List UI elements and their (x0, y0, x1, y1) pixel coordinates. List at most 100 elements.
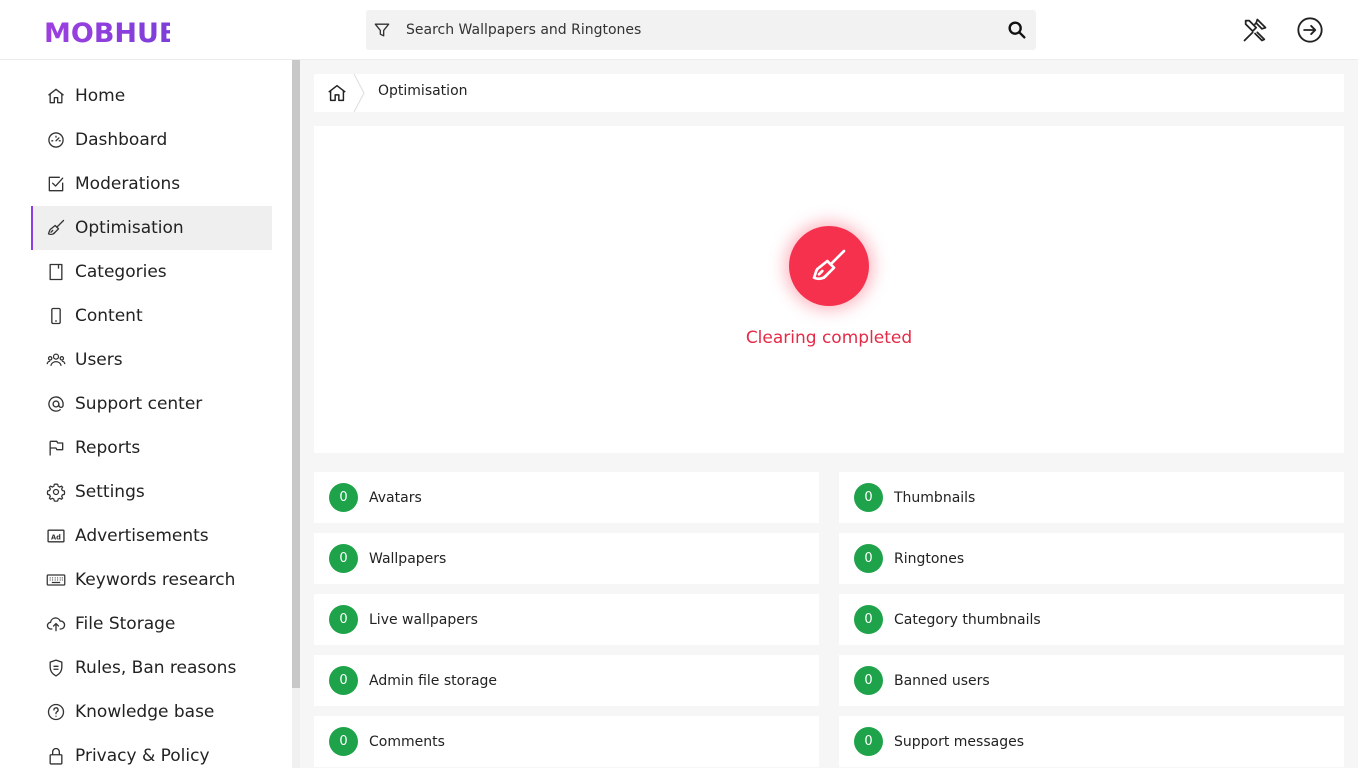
sign-in-icon (1297, 17, 1323, 43)
sidebar-item-label: File Storage (75, 614, 176, 634)
users-icon (46, 350, 66, 370)
sidebar-item-label: Moderations (75, 174, 181, 194)
sidebar-item-support-center[interactable]: Support center (31, 382, 272, 426)
gear-icon (46, 482, 66, 502)
checkbox-icon (46, 174, 66, 194)
status-text: Clearing completed (745, 328, 913, 348)
breadcrumb-current: Optimisation (378, 83, 468, 99)
count-badge: 0 (854, 544, 883, 573)
sidebar-item-label: Users (75, 350, 123, 370)
optimisation-card: Clearing completed (314, 126, 1344, 453)
sidebar-item-label: Advertisements (75, 526, 209, 546)
search-input[interactable] (406, 10, 986, 50)
mobhub-logo[interactable]: MOBHUB (44, 13, 170, 47)
stat-comments: 0 Comments (314, 716, 819, 767)
stat-category-thumbnails: 0 Category thumbnails (839, 594, 1344, 645)
sidebar-item-label: Content (75, 306, 143, 326)
stat-label: Ringtones (894, 550, 965, 567)
count-badge: 0 (854, 666, 883, 695)
book-icon (46, 262, 66, 282)
gauge-icon (46, 130, 66, 150)
stat-ringtones: 0 Ringtones (839, 533, 1344, 584)
sidebar-item-dashboard[interactable]: Dashboard (31, 118, 272, 162)
stat-label: Wallpapers (369, 550, 447, 567)
sidebar-item-label: Home (75, 86, 126, 106)
sidebar: Home Dashboard Moderations Optimisation … (0, 60, 292, 768)
home-icon (46, 86, 66, 106)
count-badge: 0 (329, 544, 358, 573)
stat-label: Admin file storage (369, 672, 498, 689)
svg-text:Ad: Ad (51, 533, 61, 541)
sidebar-item-optimisation[interactable]: Optimisation (31, 206, 272, 250)
sidebar-item-label: Rules, Ban reasons (75, 658, 237, 678)
tools-icon (1243, 18, 1267, 42)
sidebar-item-label: Dashboard (75, 130, 168, 150)
stat-admin-file-storage: 0 Admin file storage (314, 655, 819, 706)
stat-label: Banned users (894, 672, 990, 689)
stat-wallpapers: 0 Wallpapers (314, 533, 819, 584)
stat-label: Live wallpapers (369, 611, 478, 628)
stat-label: Thumbnails (894, 489, 976, 506)
sidebar-item-home[interactable]: Home (31, 74, 272, 118)
count-badge: 0 (854, 727, 883, 756)
sidebar-item-knowledge-base[interactable]: Knowledge base (31, 690, 272, 734)
sidebar-item-label: Settings (75, 482, 145, 502)
keyboard-icon (46, 570, 66, 590)
breadcrumb-separator (353, 74, 365, 112)
stat-thumbnails: 0 Thumbnails (839, 472, 1344, 523)
count-badge: 0 (329, 727, 358, 756)
stat-live-wallpapers: 0 Live wallpapers (314, 594, 819, 645)
flag-icon (46, 438, 66, 458)
broom-icon (812, 249, 846, 281)
count-badge: 0 (329, 605, 358, 634)
logout-button[interactable] (1295, 15, 1325, 45)
sidebar-item-advertisements[interactable]: Ad Advertisements (31, 514, 272, 558)
search-bar (366, 10, 1036, 50)
sidebar-item-keywords-research[interactable]: Keywords research (31, 558, 272, 602)
count-badge: 0 (329, 666, 358, 695)
shield-icon (46, 658, 66, 678)
sidebar-item-users[interactable]: Users (31, 338, 272, 382)
sidebar-item-privacy-policy[interactable]: Privacy & Policy (31, 734, 272, 768)
clear-cache-button[interactable] (789, 226, 869, 306)
search-icon[interactable] (1006, 19, 1028, 41)
logo-text: MOBHUB (44, 18, 170, 47)
top-header: MOBHUB (0, 0, 1358, 60)
sidebar-item-label: Reports (75, 438, 141, 458)
sidebar-item-moderations[interactable]: Moderations (31, 162, 272, 206)
count-badge: 0 (329, 483, 358, 512)
sidebar-item-reports[interactable]: Reports (31, 426, 272, 470)
count-badge: 0 (854, 605, 883, 634)
breadcrumb: Optimisation (314, 74, 1344, 112)
question-icon (46, 702, 66, 722)
count-badge: 0 (854, 483, 883, 512)
at-icon (46, 394, 66, 414)
ad-icon: Ad (46, 526, 66, 546)
sidebar-item-label: Categories (75, 262, 167, 282)
stat-banned-users: 0 Banned users (839, 655, 1344, 706)
sidebar-item-label: Knowledge base (75, 702, 215, 722)
sidebar-item-label: Privacy & Policy (75, 746, 210, 766)
tools-button[interactable] (1240, 15, 1270, 45)
stat-label: Support messages (894, 733, 1025, 750)
home-icon[interactable] (326, 82, 348, 104)
sidebar-scrollbar[interactable] (292, 60, 300, 688)
sidebar-item-label: Support center (75, 394, 203, 414)
filter-icon[interactable] (372, 20, 392, 40)
broom-icon (46, 218, 66, 238)
phone-icon (46, 306, 66, 326)
stat-label: Category thumbnails (894, 611, 1041, 628)
sidebar-item-label: Optimisation (75, 218, 184, 238)
stat-avatars: 0 Avatars (314, 472, 819, 523)
sidebar-item-label: Keywords research (75, 570, 236, 590)
sidebar-item-file-storage[interactable]: File Storage (31, 602, 272, 646)
sidebar-item-settings[interactable]: Settings (31, 470, 272, 514)
sidebar-item-categories[interactable]: Categories (31, 250, 272, 294)
stat-label: Avatars (369, 489, 422, 506)
cloud-upload-icon (46, 614, 66, 634)
sidebar-item-rules[interactable]: Rules, Ban reasons (31, 646, 272, 690)
stat-support-messages: 0 Support messages (839, 716, 1344, 767)
sidebar-item-content[interactable]: Content (31, 294, 272, 338)
lock-icon (46, 746, 66, 766)
stat-label: Comments (369, 733, 445, 750)
